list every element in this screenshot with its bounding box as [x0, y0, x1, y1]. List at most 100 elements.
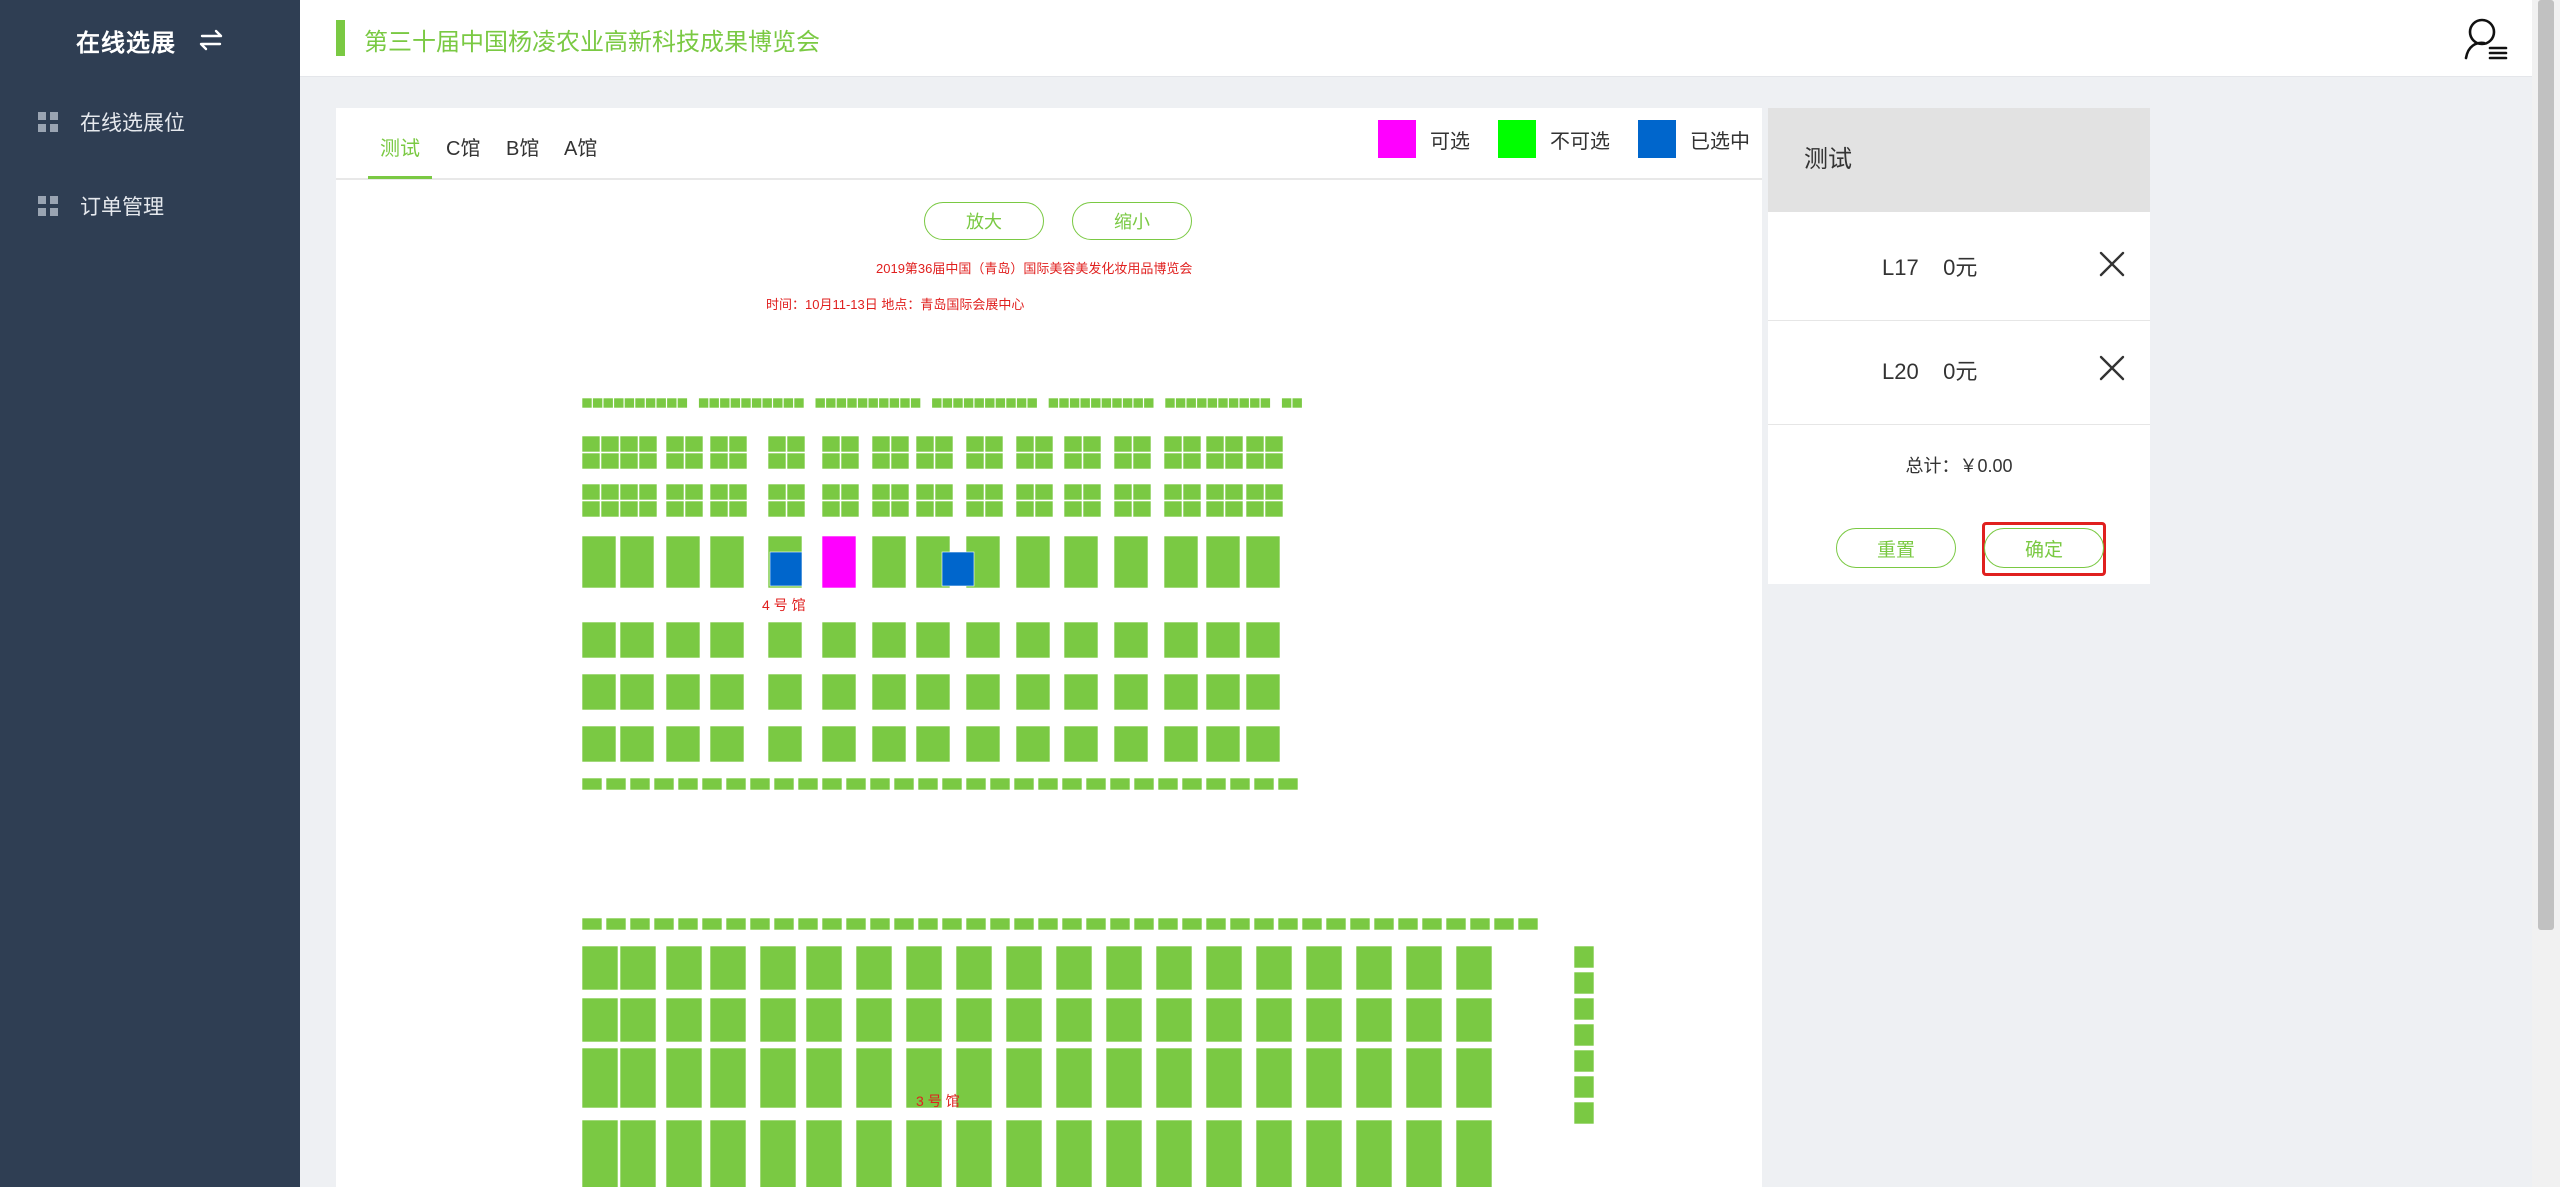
booth[interactable] [1291, 397, 1303, 409]
booth[interactable] [1281, 397, 1292, 409]
booth[interactable] [1005, 945, 1043, 991]
booth[interactable] [613, 397, 625, 409]
booth[interactable] [1305, 945, 1343, 991]
booth[interactable] [619, 673, 655, 711]
booth[interactable] [1016, 397, 1027, 409]
booth[interactable] [1063, 435, 1083, 453]
booth[interactable] [1061, 917, 1083, 931]
booth[interactable] [915, 483, 935, 501]
booth[interactable] [1155, 1047, 1193, 1109]
booth[interactable] [821, 725, 857, 763]
booth[interactable] [665, 1119, 703, 1187]
booth[interactable] [805, 997, 843, 1043]
booth[interactable] [645, 397, 656, 409]
booth[interactable] [701, 917, 723, 931]
booth[interactable] [965, 500, 985, 518]
booth[interactable] [840, 483, 860, 501]
booth[interactable] [1255, 1047, 1293, 1109]
booth[interactable] [1182, 435, 1202, 453]
booth[interactable] [619, 1047, 657, 1109]
booth[interactable] [846, 397, 858, 409]
booth[interactable] [581, 997, 619, 1043]
booth[interactable] [665, 673, 701, 711]
booth[interactable] [1005, 397, 1017, 409]
booth[interactable] [821, 483, 841, 501]
booth[interactable] [751, 397, 762, 409]
booth[interactable] [709, 725, 745, 763]
booth[interactable] [666, 397, 678, 409]
booth[interactable] [1175, 397, 1186, 409]
booth[interactable] [730, 397, 741, 409]
sidebar-item-order-management[interactable]: 订单管理 [0, 164, 300, 248]
booth[interactable] [1229, 917, 1251, 931]
booth[interactable] [1143, 397, 1155, 409]
booth[interactable] [1015, 673, 1051, 711]
booth[interactable] [1405, 1119, 1443, 1187]
booth[interactable] [709, 483, 729, 501]
booth[interactable] [1063, 483, 1083, 501]
booth[interactable] [1105, 945, 1143, 991]
booth[interactable] [905, 997, 943, 1043]
booth[interactable] [965, 673, 1001, 711]
booth[interactable] [984, 397, 996, 409]
booth[interactable] [1205, 777, 1227, 791]
booth[interactable] [855, 945, 893, 991]
booth[interactable] [1026, 397, 1038, 409]
booth[interactable] [581, 500, 601, 518]
booth[interactable] [1015, 435, 1035, 453]
booth[interactable] [1264, 435, 1284, 453]
booth[interactable] [1355, 1047, 1393, 1109]
booth[interactable] [955, 1047, 993, 1109]
booth[interactable] [1055, 997, 1093, 1043]
booth[interactable] [869, 777, 891, 791]
booth[interactable] [1132, 483, 1152, 501]
booth[interactable] [840, 452, 860, 470]
booth[interactable] [915, 452, 935, 470]
booth[interactable] [1157, 917, 1179, 931]
booth[interactable] [871, 673, 907, 711]
booth[interactable] [941, 777, 963, 791]
booth[interactable] [749, 777, 771, 791]
booth[interactable] [1253, 777, 1275, 791]
booth[interactable] [581, 435, 601, 453]
booth[interactable] [855, 1119, 893, 1187]
booth[interactable] [1405, 945, 1443, 991]
booth[interactable] [1163, 452, 1183, 470]
booth[interactable] [1255, 997, 1293, 1043]
booth[interactable] [1069, 397, 1080, 409]
booth[interactable] [581, 673, 617, 711]
booth[interactable] [624, 397, 635, 409]
booth[interactable] [1217, 397, 1229, 409]
booth[interactable] [1109, 917, 1131, 931]
booth[interactable] [759, 1047, 797, 1109]
booth[interactable] [1264, 483, 1284, 501]
booth[interactable] [1373, 917, 1395, 931]
booth[interactable] [1063, 452, 1083, 470]
booth[interactable] [619, 500, 639, 518]
booth[interactable] [1063, 535, 1099, 589]
booth[interactable] [1245, 725, 1281, 763]
scrollbar-thumb[interactable] [2538, 0, 2554, 930]
booth[interactable] [1157, 777, 1179, 791]
booth[interactable] [1082, 435, 1102, 453]
booth[interactable] [728, 435, 748, 453]
booth[interactable] [1249, 397, 1261, 409]
booth[interactable] [1015, 483, 1035, 501]
booth[interactable] [677, 777, 699, 791]
booth[interactable] [1015, 500, 1035, 518]
booth[interactable] [773, 917, 795, 931]
booth[interactable] [1245, 483, 1265, 501]
booth[interactable] [1573, 971, 1595, 995]
booth[interactable] [1224, 435, 1244, 453]
booth[interactable] [871, 725, 907, 763]
booth[interactable] [915, 621, 951, 659]
booth[interactable] [665, 725, 701, 763]
booth[interactable] [965, 435, 985, 453]
booth[interactable] [709, 997, 747, 1043]
booth[interactable] [638, 483, 658, 501]
booth[interactable] [1405, 997, 1443, 1043]
booth[interactable] [1113, 535, 1149, 589]
booth[interactable] [1085, 917, 1107, 931]
booth[interactable] [759, 997, 797, 1043]
booth[interactable] [677, 397, 688, 409]
